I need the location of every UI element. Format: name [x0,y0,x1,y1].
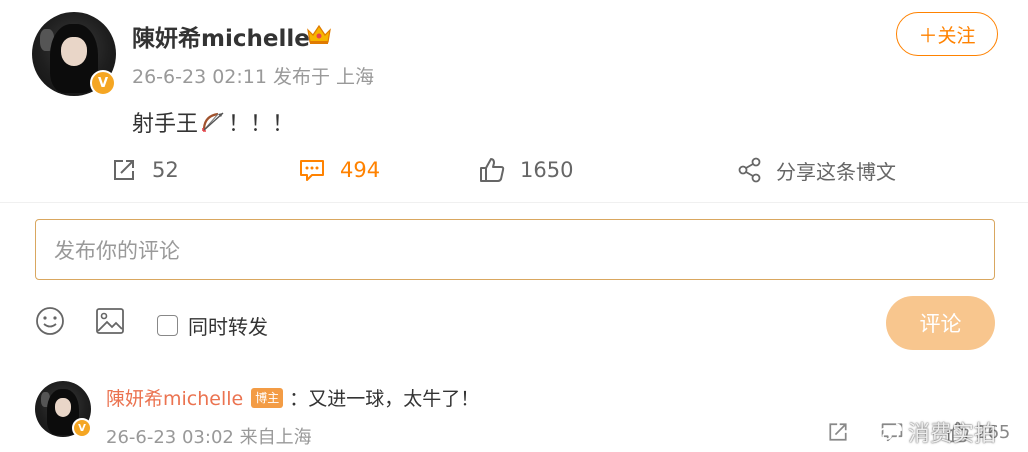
repost-count: 52 [152,158,179,182]
repost-toggle-label: 同时转发 [188,315,268,339]
section-divider [0,202,1028,203]
reply-timestamp: 26-6-23 03:02 [106,427,234,448]
emoji-icon[interactable] [34,305,66,337]
repost-button[interactable]: 52 [110,152,179,188]
comment-count: 494 [340,158,381,182]
repost-icon [114,160,134,180]
bow-arrow-icon [202,112,224,132]
like-button[interactable]: 1650 [478,152,573,188]
crown-icon [307,24,331,44]
share-label: 分享这条博文 [776,159,896,184]
weibo-logo-icon [877,423,902,443]
post-location: 发布于 上海 [273,66,375,88]
reply-meta: 26-6-23 03:02 来自上海 [106,423,312,449]
share-icon [738,157,761,183]
like-count: 1650 [520,158,574,182]
repost-toggle[interactable]: 同时转发 [157,311,268,340]
reply-author-name[interactable]: 陳妍希michelle [106,384,243,411]
watermark: 消费实拍 [876,416,996,448]
like-icon [480,158,505,182]
reply-source: 来自上海 [239,427,312,448]
comment-input[interactable]: 发布你的评论 [35,219,995,280]
watermark-text: 消费实拍 [908,422,997,447]
post-meta: 26-6-23 02:11 发布于 上海 [132,62,374,89]
owner-badge: 博主 [251,387,284,408]
repost-checkbox[interactable] [157,315,178,336]
share-button[interactable]: 分享这条博文 [738,152,896,188]
post-timestamp: 26-6-23 02:11 [132,66,267,88]
follow-button[interactable]: ＋关注 [896,12,998,56]
post-text-main: 射手王 [132,112,199,137]
post-body: 射手王 ！！！ [132,106,294,138]
submit-comment-button[interactable]: 评论 [886,296,995,350]
image-icon[interactable] [94,305,126,337]
reply-text: ：又进一球，太牛了！ [289,388,480,410]
reply-repost-icon[interactable] [826,420,850,444]
author-name[interactable]: 陳妍希michelle [132,19,310,53]
comment-icon [300,160,324,181]
post-text-exclaim: ！！！ [228,112,295,137]
reply-content: 陳妍希michelle 博主 ：又进一球，太牛了！ [106,384,479,411]
reply-verified-badge-icon: V [72,418,92,438]
comment-button[interactable]: 494 [298,152,380,188]
verified-badge-icon: V [90,70,116,96]
